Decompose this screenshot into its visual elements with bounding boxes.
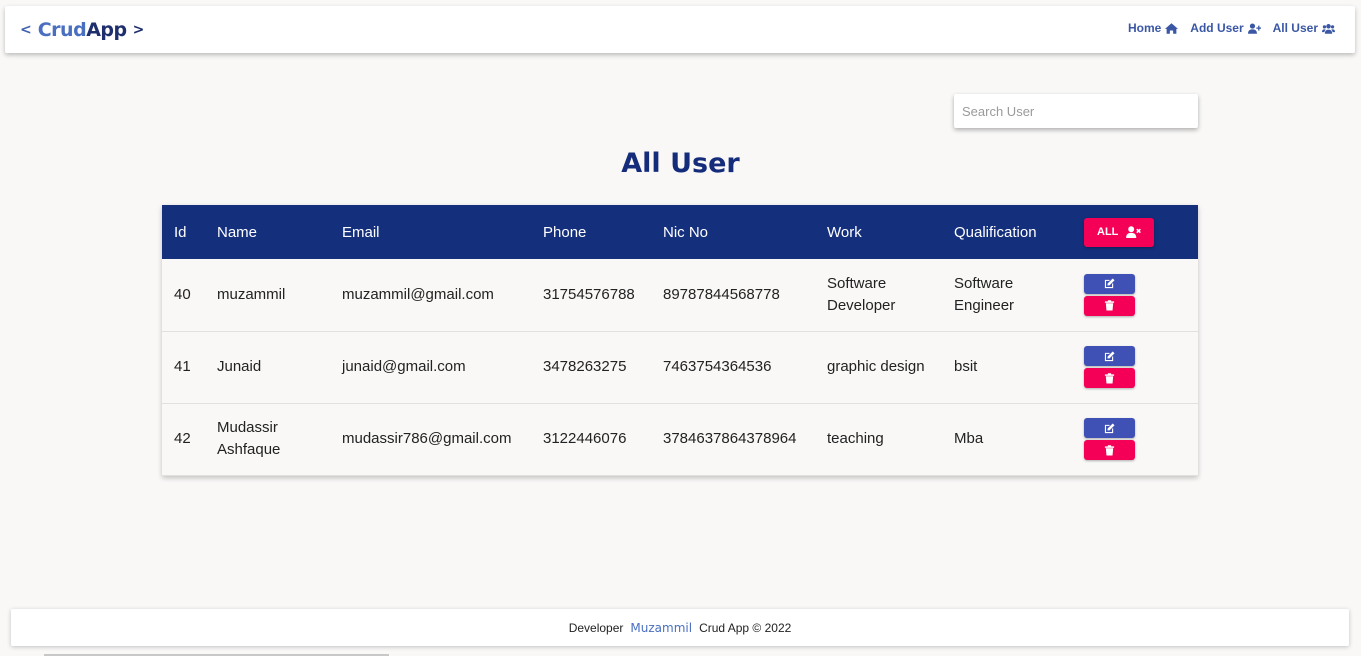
trash-icon (1104, 300, 1115, 311)
cell-name: Mudassir Ashfaque (205, 403, 330, 475)
delete-button[interactable] (1084, 295, 1135, 316)
cell-name-text: Mudassir Ashfaque (217, 419, 281, 458)
table-header-row: Id Name Email Phone Nic No Work Qualific… (162, 205, 1198, 259)
nav-link-all-user[interactable]: All User (1273, 21, 1335, 35)
header-id: Id (174, 223, 187, 241)
delete-button[interactable] (1084, 440, 1135, 460)
cell-phone: 3122446076 (543, 430, 627, 447)
cell-actions (1072, 331, 1198, 403)
table-row: 42 Mudassir Ashfaque mudassir786@gmail.c… (162, 403, 1198, 475)
cell-phone: 31754576788 (543, 285, 635, 303)
nav-links: Home Add User All User (1128, 21, 1335, 35)
home-icon (1165, 22, 1179, 34)
header-email: Email (342, 223, 380, 241)
nav-link-add-user-label: Add User (1190, 21, 1244, 35)
page-title: All User (621, 148, 740, 179)
edit-icon (1104, 422, 1115, 433)
cell-email: mudassir786@gmail.com (342, 430, 512, 447)
brand-prefix: < (20, 22, 32, 38)
edit-button[interactable] (1084, 273, 1135, 294)
cell-work: teaching (827, 430, 884, 447)
cell-phone: 3478263275 (543, 358, 627, 375)
edit-button[interactable] (1084, 418, 1135, 438)
edit-icon (1104, 278, 1115, 289)
edit-button[interactable] (1084, 346, 1135, 366)
footer-developer-link[interactable]: Muzammil (630, 621, 692, 635)
nav-link-add-user[interactable]: Add User (1190, 21, 1261, 35)
delete-all-button[interactable]: ALL (1084, 217, 1155, 247)
cell-work-text: Software Developer (827, 274, 896, 314)
header-work: Work (827, 223, 862, 241)
user-times-icon (1126, 226, 1142, 238)
brand-suffix: > (132, 22, 145, 38)
users-table: Id Name Email Phone Nic No Work Qualific… (162, 205, 1198, 476)
header-phone: Phone (543, 223, 587, 241)
row-actions (1084, 346, 1198, 388)
cell-qualification-text: Software Engineer (954, 274, 1015, 314)
nav-link-home-label: Home (1127, 21, 1162, 35)
cell-qualification: Software Engineer (942, 259, 1072, 331)
cell-actions (1072, 259, 1198, 331)
cell-email: muzammil@gmail.com (342, 285, 494, 303)
cell-id: 42 (174, 430, 191, 447)
trash-icon (1104, 372, 1115, 384)
brand-crud: Crud (37, 19, 87, 41)
cell-actions (1072, 403, 1198, 475)
edit-icon (1104, 350, 1115, 361)
cell-work: graphic design (827, 358, 925, 375)
nav-link-all-user-label: All User (1272, 21, 1318, 35)
cell-name: muzammil (217, 285, 286, 303)
cell-nic: 89787844568778 (663, 285, 780, 303)
brand-name: CrudApp (38, 19, 127, 41)
navbar: < CrudApp > Home Add User All User (5, 6, 1355, 53)
row-actions (1084, 418, 1198, 460)
delete-all-label: ALL (1097, 226, 1119, 238)
users-icon (1322, 23, 1335, 34)
cell-qualification: bsit (954, 358, 978, 375)
cell-nic: 7463754364536 (663, 358, 772, 375)
cell-id: 41 (174, 358, 191, 375)
cell-id: 40 (174, 285, 191, 303)
brand-app: App (86, 19, 127, 41)
user-plus-icon (1247, 22, 1261, 34)
footer: Developer Muzammil Crud App © 2022 (11, 609, 1349, 646)
cell-qualification: Mba (954, 430, 984, 447)
footer-prefix: Developer (568, 620, 624, 635)
header-actions: ALL (1072, 205, 1198, 259)
row-actions (1084, 273, 1198, 316)
brand-logo[interactable]: < CrudApp > (20, 18, 144, 42)
header-name: Name (217, 223, 258, 241)
delete-button[interactable] (1084, 368, 1135, 388)
header-nic: Nic No (663, 223, 709, 241)
cell-work: Software Developer (815, 259, 942, 331)
table-row: 41 Junaid junaid@gmail.com 3478263275 74… (162, 331, 1198, 403)
footer-copyright: Crud App © 2022 (699, 620, 792, 635)
cell-name: Junaid (217, 358, 262, 375)
table-row: 40 muzammil muzammil@gmail.com 317545767… (162, 259, 1198, 331)
search-input[interactable] (954, 94, 1198, 128)
trash-icon (1104, 444, 1115, 456)
cell-nic: 3784637864378964 (663, 430, 797, 447)
header-qualification: Qualification (954, 223, 1037, 241)
cell-email: junaid@gmail.com (342, 358, 466, 375)
nav-link-home[interactable]: Home (1127, 21, 1179, 35)
